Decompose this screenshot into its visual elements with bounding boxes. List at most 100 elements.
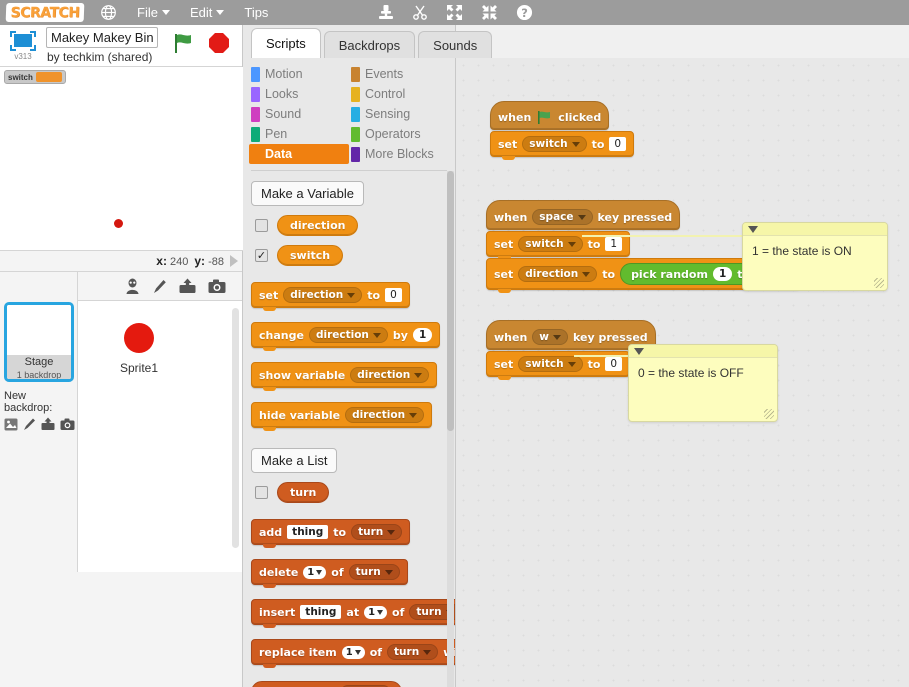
sprite-card-sprite1[interactable]: Sprite1 (104, 323, 174, 375)
variable-dropdown[interactable]: switch (518, 356, 583, 372)
insert-index-dropdown[interactable]: 1 (364, 605, 388, 619)
make-a-variable-button[interactable]: Make a Variable (251, 181, 364, 206)
camera-sprite-icon[interactable] (208, 279, 226, 294)
choose-backdrop-icon[interactable] (4, 418, 18, 431)
comment-on[interactable]: 1 = the state is ON (742, 222, 888, 291)
set-value-input[interactable]: 0 (385, 288, 402, 302)
category-operators[interactable]: Operators (349, 124, 449, 144)
block-insert-at-list[interactable]: insert thing at 1 of turn (251, 599, 455, 628)
list-dropdown[interactable]: turn (351, 524, 403, 540)
pick-random-from-input[interactable]: 1 (712, 267, 733, 281)
scripts-canvas[interactable]: when clicked set switch to 0 when space … (456, 58, 909, 687)
variable-dropdown[interactable]: switch (518, 236, 583, 252)
block-when-key-pressed-space[interactable]: when space key pressed (486, 200, 681, 230)
tab-sounds[interactable]: Sounds (418, 31, 493, 58)
category-control[interactable]: Control (349, 84, 449, 104)
variable-checkbox-direction[interactable] (255, 219, 268, 232)
key-dropdown[interactable]: space (532, 209, 593, 225)
variable-dropdown[interactable]: switch (522, 136, 587, 152)
globe-icon[interactable] (100, 4, 117, 21)
delete-index-dropdown[interactable]: 1 (303, 565, 327, 579)
category-data[interactable]: Data (249, 144, 349, 164)
list-block-turn[interactable]: turn (277, 482, 330, 503)
block-palette[interactable]: Make a Variable direction ✓ switch set d… (243, 171, 455, 687)
green-flag-icon[interactable] (172, 32, 196, 59)
chevron-down-icon[interactable] (634, 347, 644, 355)
change-value-input[interactable]: 1 (412, 328, 433, 342)
scissors-delete-icon[interactable] (412, 4, 428, 21)
block-replace-item-of-list[interactable]: replace item 1 of turn with thing (251, 639, 455, 668)
upload-sprite-icon[interactable] (179, 278, 196, 294)
stage-backdrop-card[interactable]: Stage 1 backdrop (4, 302, 74, 382)
variable-dropdown[interactable]: direction (518, 266, 598, 282)
shrink-icon[interactable] (481, 4, 498, 21)
category-motion[interactable]: Motion (249, 64, 349, 84)
project-title-input[interactable] (46, 27, 158, 48)
variable-checkbox-switch[interactable]: ✓ (255, 249, 268, 262)
variable-dropdown[interactable]: direction (350, 367, 430, 383)
tab-scripts[interactable]: Scripts (251, 28, 321, 58)
new-sprite-icon[interactable] (124, 278, 141, 295)
sprite-list-scrollbar[interactable] (232, 308, 239, 548)
category-more-blocks[interactable]: More Blocks (349, 144, 449, 164)
block-item-of-list[interactable]: item 1 of turn (251, 681, 403, 687)
menu-bar: SCRATCH File Edit Tips ? (0, 0, 909, 25)
add-thing-input[interactable]: thing (287, 525, 329, 539)
replace-index-dropdown[interactable]: 1 (341, 645, 365, 659)
camera-backdrop-icon[interactable] (60, 418, 75, 431)
insert-thing-input[interactable]: thing (300, 605, 342, 619)
chevron-down-icon[interactable] (748, 225, 758, 233)
variable-dropdown[interactable]: direction (283, 287, 363, 303)
script-green-flag[interactable]: when clicked set switch to 0 (490, 101, 635, 160)
variable-dropdown[interactable]: direction (345, 407, 425, 423)
list-checkbox-turn[interactable] (255, 486, 268, 499)
menu-file[interactable]: File (137, 5, 170, 20)
grow-icon[interactable] (446, 4, 463, 21)
stage-selector-icon[interactable]: v313 (6, 30, 40, 62)
stop-sign-icon[interactable] (208, 32, 230, 59)
make-a-list-button[interactable]: Make a List (251, 448, 338, 473)
help-icon[interactable]: ? (516, 4, 533, 21)
block-set-switch-0[interactable]: set switch to 0 (490, 131, 635, 160)
variable-block-direction[interactable]: direction (277, 215, 359, 236)
variable-dropdown[interactable]: direction (308, 327, 388, 343)
comment-collapse-bar[interactable] (743, 223, 887, 236)
comment-resize-grip[interactable] (764, 409, 774, 419)
paint-backdrop-icon[interactable] (23, 417, 36, 431)
duplicate-stamp-icon[interactable] (378, 4, 394, 21)
block-when-green-flag-clicked[interactable]: when clicked (490, 101, 610, 130)
category-looks[interactable]: Looks (249, 84, 349, 104)
category-sensing[interactable]: Sensing (349, 104, 449, 124)
stage-canvas[interactable]: switch (0, 67, 243, 251)
category-pen[interactable]: Pen (249, 124, 349, 144)
block-set-variable[interactable]: set direction to 0 (251, 282, 410, 311)
block-show-variable[interactable]: show variable direction (251, 362, 438, 391)
set-value-input[interactable]: 0 (605, 357, 623, 371)
category-sound[interactable]: Sound (249, 104, 349, 124)
category-events[interactable]: Events (349, 64, 449, 84)
block-hide-variable[interactable]: hide variable direction (251, 402, 433, 431)
paint-sprite-icon[interactable] (153, 278, 167, 294)
stage-sprite-ball[interactable] (114, 219, 123, 228)
comment-resize-grip[interactable] (874, 278, 884, 288)
scratch-logo[interactable]: SCRATCH (5, 3, 85, 22)
set-value-input[interactable]: 0 (609, 137, 627, 151)
variable-watcher-switch[interactable]: switch (4, 70, 66, 84)
block-add-to-list[interactable]: add thing to turn (251, 519, 411, 548)
list-dropdown[interactable]: turn (387, 644, 439, 660)
list-dropdown[interactable]: turn (348, 564, 400, 580)
key-dropdown[interactable]: w (532, 329, 568, 345)
palette-scrollbar[interactable] (447, 171, 454, 687)
set-value-input[interactable]: 1 (605, 237, 623, 251)
tab-backdrops[interactable]: Backdrops (323, 31, 416, 58)
upload-backdrop-icon[interactable] (41, 417, 55, 431)
block-change-variable[interactable]: change direction by 1 (251, 322, 441, 351)
comment-collapse-bar[interactable] (629, 345, 777, 358)
variable-block-switch[interactable]: switch (277, 245, 344, 266)
menu-edit[interactable]: Edit (190, 5, 225, 20)
menu-tips[interactable]: Tips (244, 5, 268, 20)
expand-stage-arrow-icon[interactable] (230, 255, 238, 267)
block-delete-of-list[interactable]: delete 1 of turn (251, 559, 408, 588)
comment-off[interactable]: 0 = the state is OFF (628, 344, 778, 422)
palette-scrollbar-thumb[interactable] (447, 171, 454, 431)
